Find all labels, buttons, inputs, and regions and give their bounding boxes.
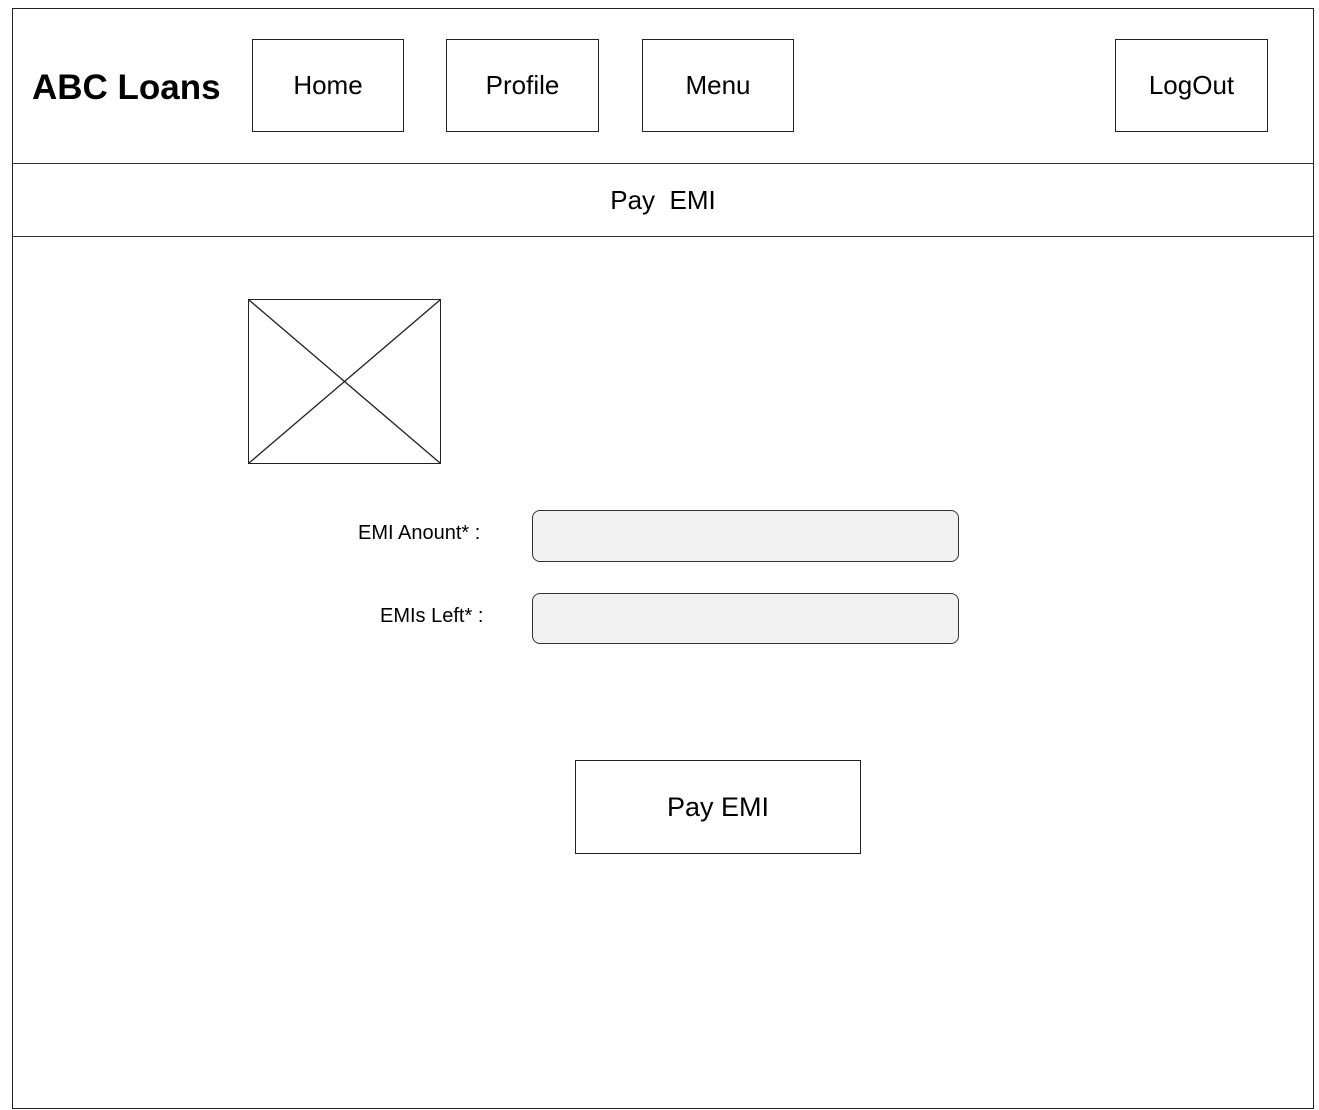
emis-left-input[interactable] xyxy=(532,593,959,644)
home-button[interactable]: Home xyxy=(252,39,404,132)
brand-logo: ABC Loans xyxy=(32,68,221,107)
profile-button[interactable]: Profile xyxy=(446,39,599,132)
emi-amount-input[interactable] xyxy=(532,510,959,562)
top-header: ABC Loans Home Profile Menu LogOut xyxy=(13,9,1313,164)
logout-button[interactable]: LogOut xyxy=(1115,39,1268,132)
menu-button[interactable]: Menu xyxy=(642,39,794,132)
image-placeholder-icon xyxy=(248,299,441,464)
app-frame: ABC Loans Home Profile Menu LogOut Pay E… xyxy=(12,8,1314,1109)
emis-left-label: EMIs Left* : xyxy=(380,605,484,627)
emi-amount-label: EMI Anount* : xyxy=(358,522,481,544)
page-title: Pay EMI xyxy=(13,164,1313,237)
pay-emi-button[interactable]: Pay EMI xyxy=(575,760,861,854)
